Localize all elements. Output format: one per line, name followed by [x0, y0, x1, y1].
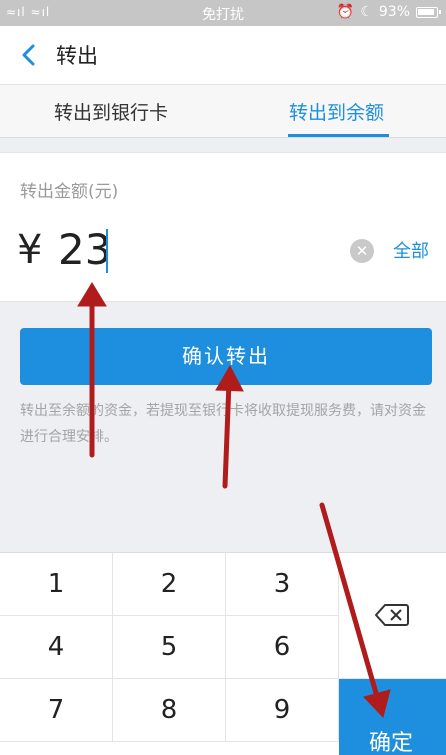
page-title: 转出 [56, 44, 98, 68]
key-8[interactable]: 8 [113, 679, 226, 742]
backspace-key[interactable] [339, 553, 446, 679]
backspace-icon [375, 604, 409, 626]
battery-percent: 93% [378, 4, 410, 20]
battery-icon [416, 6, 441, 18]
back-arrow-icon [22, 44, 35, 66]
all-amount-button[interactable]: 全部 [393, 237, 429, 263]
clear-icon: ✕ [355, 242, 369, 260]
key-5[interactable]: 5 [113, 616, 226, 679]
amount-label: 转出金额(元) [20, 182, 119, 202]
active-tab-indicator [288, 134, 389, 137]
text-caret [106, 229, 108, 273]
tab-to-bank-card[interactable]: 转出到银行卡 [54, 98, 168, 125]
status-right: ⏰ ☾ 93% [336, 4, 441, 20]
nav-bar: 转出 [0, 26, 446, 84]
key-9[interactable]: 9 [226, 679, 339, 742]
numeric-keypad: 1 2 3 4 5 6 7 8 9 确定 [0, 552, 446, 755]
clear-button[interactable]: ✕ [350, 239, 374, 263]
tab-to-balance[interactable]: 转出到余额 [289, 98, 384, 125]
moon-icon: ☾ [360, 4, 373, 20]
key-1[interactable]: 1 [0, 553, 113, 616]
tab-bar: 转出到银行卡 转出到余额 [0, 84, 446, 138]
status-bar: ≈ıl ≈ıl 免打扰 ⏰ ☾ 93% [0, 0, 446, 26]
confirm-key[interactable]: 确定 [339, 679, 446, 755]
amount-input[interactable]: 23 [58, 225, 111, 274]
key-3[interactable]: 3 [226, 553, 339, 616]
back-button[interactable] [14, 40, 44, 70]
key-6[interactable]: 6 [226, 616, 339, 679]
key-2[interactable]: 2 [113, 553, 226, 616]
key-4[interactable]: 4 [0, 616, 113, 679]
amount-panel: 转出金额(元) ¥ 23 ✕ 全部 [0, 152, 446, 302]
notice-text: 转出至余额的资金，若提现至银行卡将收取提现服务费，请对资金进行合理安排。 [20, 403, 426, 445]
confirm-key-label: 确定 [369, 731, 414, 755]
key-7[interactable]: 7 [0, 679, 113, 742]
alarm-icon: ⏰ [336, 4, 355, 20]
currency-symbol: ¥ [17, 227, 43, 273]
confirm-transfer-button[interactable]: 确认转出 [20, 328, 432, 385]
